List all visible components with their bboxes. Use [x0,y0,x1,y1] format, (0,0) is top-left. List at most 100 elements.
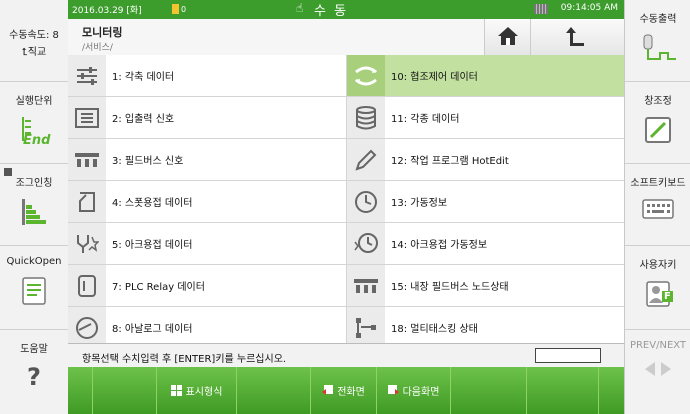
menu-item-operation-info[interactable]: 13: 가동정보 [346,181,624,223]
home-icon [496,25,520,50]
fieldbus-icon [68,139,106,180]
axes-icon [68,55,106,96]
menu-item-arc-operation-info[interactable]: 14: 아크용접 가동정보 [346,223,624,265]
grid-icon [170,385,182,396]
home-button[interactable] [484,19,531,55]
menu-item-label: 1: 각축 데이터 [112,72,175,83]
quickopen-label: QuickOpen [6,256,62,267]
menu-item-label: 8: 아날로그 데이터 [112,324,193,335]
menu-item-label: 15: 내장 필드버스 노드상태 [391,282,509,293]
user-key-button[interactable]: 사용자키 F [625,246,690,330]
arc-weld-icon [68,223,106,264]
value-input[interactable] [535,348,601,363]
page-title: 모니터링 [82,26,123,39]
window-adjust-label: 창조정 [644,96,672,107]
function-divider [236,367,237,414]
menu-item-spot-weld[interactable]: 4: 스폿용접 데이터 [68,181,346,223]
end-icon: End [22,117,51,148]
status-message: 항목선택 수치입력 후 [ENTER]키를 누르십시오. [82,354,287,365]
window-adjust-icon [643,115,673,148]
prev-next-label: PREV/NEXT [629,340,687,351]
menu-item-label: 11: 각종 데이터 [391,114,460,125]
menu-item-io-signal[interactable]: 2: 입출력 신호 [68,97,346,139]
jog-label: 조그인칭 [15,178,53,189]
soft-keyboard-button[interactable]: 소프트키보드 [625,164,690,246]
quickopen-button[interactable]: QuickOpen [0,246,68,330]
menu-item-label: 4: 스폿용접 데이터 [112,198,193,209]
date-label: 2016.03.29 [화] [72,6,142,16]
plc-relay-icon [68,265,106,306]
left-panel: 수동속도: 8 ⮤직교 실행단위 End 조그인칭 QuickOpen 도움말 … [0,0,69,414]
arc-clock-icon [347,223,385,264]
manual-speed-label: 수동속도: 8 [9,30,59,41]
upper-menu-button[interactable] [530,19,625,55]
exec-unit-button[interactable]: 실행단위 End [0,82,68,164]
manual-speed-button[interactable]: 수동속도: 8 ⮤직교 [0,0,68,82]
menu-item-label: 12: 작업 프로그램 HotEdit [391,156,509,167]
next-screen-button[interactable]: 다음화면 [377,367,450,414]
menu-item-plc-relay[interactable]: 7: PLC Relay 데이터 [68,265,346,307]
manual-output-icon [638,33,678,70]
keyboard-icon [641,197,675,224]
question-icon: ? [27,363,41,391]
up-arrow-icon [564,25,588,52]
status-line: 항목선택 수치입력 후 [ENTER]키를 누르십시오. [68,343,624,368]
menu-item-label: 3: 필드버스 신호 [112,156,184,167]
user-key-icon: F [644,279,673,309]
menu-item-label: 10: 협조제어 데이터 [391,72,478,83]
clock-icon [347,181,385,222]
display-format-button[interactable]: 표시형식 [157,367,236,414]
robot-status-text: 0 [181,5,187,14]
menu-item-hotedit[interactable]: 12: 작업 프로그램 HotEdit [346,139,624,181]
robot-status-icon [172,4,179,14]
display-format-label: 표시형식 [185,387,223,398]
prev-screen-label: 전화면 [337,387,365,398]
time-label: 09:14:05 AM [560,3,618,13]
menu-item-label: 2: 입출력 신호 [112,114,175,125]
menu-item-label: 7: PLC Relay 데이터 [112,282,205,293]
menu-item-fieldbus-signal[interactable]: 3: 필드버스 신호 [68,139,346,181]
fieldbus-node-icon [347,265,385,306]
manual-output-button[interactable]: 수동출력 [625,0,690,82]
jog-indicator [4,168,12,176]
hand-icon: ☝ [296,1,304,15]
menu-item-label: 13: 가동정보 [391,198,448,209]
menu-item-various-data[interactable]: 11: 각종 데이터 [346,97,624,139]
function-divider [598,367,599,414]
help-button[interactable]: 도움말 ? [0,330,68,414]
menu-item-label: 14: 아크용접 가동정보 [391,240,488,251]
exec-unit-label: 실행단위 [15,96,53,107]
operation-mode: 수 동 [314,4,349,19]
function-key-bar: 표시형식 전화면 다음화면 [68,367,624,414]
function-divider [92,367,93,414]
help-label: 도움말 [20,344,48,355]
jog-button[interactable]: 조그인칭 [0,164,68,246]
window-adjust-button[interactable]: 창조정 [625,82,690,164]
breadcrumb: /서비스/ [82,43,113,53]
prev-next-button[interactable]: PREV/NEXT [625,330,690,414]
menu-item-label: 18: 멀티태스킹 상태 [391,324,478,335]
user-key-label: 사용자키 [639,260,677,271]
soft-keyboard-label: 소프트키보드 [630,178,686,189]
menu-item-axes-data[interactable]: 1: 각축 데이터 [68,55,346,97]
pencil-icon [347,139,385,180]
menu-item-cooperative-control[interactable]: 10: 협조제어 데이터 [346,55,624,97]
menu-item-arc-weld[interactable]: 5: 아크용접 데이터 [68,223,346,265]
manual-output-label: 수동출력 [639,14,677,25]
next-screen-label: 다음화면 [402,387,440,398]
analog-gauge-icon [68,307,106,348]
io-signal-icon [68,97,106,138]
menu-item-fieldbus-node[interactable]: 15: 내장 필드버스 노드상태 [346,265,624,307]
cooperative-control-icon [347,55,385,96]
prev-screen-icon [322,385,334,396]
function-divider [450,367,451,414]
next-screen-icon [387,385,399,396]
multitask-icon [347,307,385,348]
battery-icon [534,4,548,14]
prev-next-arrows-icon [643,359,673,382]
status-top-bar: 2016.03.29 [화] 0 ☝ 수 동 09:14:05 AM [68,0,624,19]
right-panel: 수동출력 창조정 소프트키보드 사용자키 F PREV/NEXT [624,0,690,414]
database-icon [347,97,385,138]
prev-screen-button[interactable]: 전화면 [311,367,376,414]
function-divider [526,367,527,414]
